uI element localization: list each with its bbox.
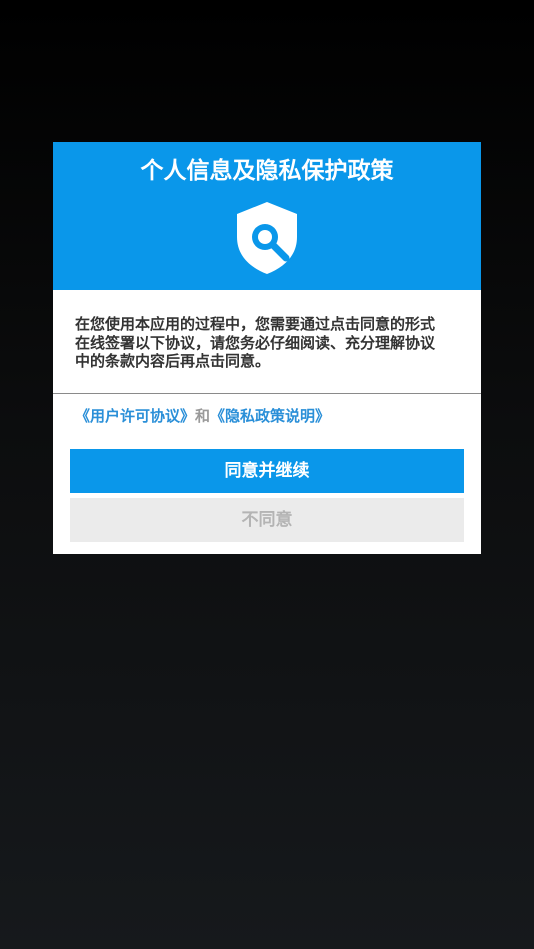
dialog-message-line: 中的条款内容后再点击同意。 — [75, 352, 271, 370]
dialog-message: 在您使用本应用的过程中，您需要通过点击同意的形式 在线签署以下协议，请您务必仔细… — [75, 315, 463, 371]
user-agreement-link[interactable]: 《用户许可协议》 — [75, 407, 195, 425]
dialog-header: 个人信息及隐私保护政策 — [53, 142, 481, 290]
decline-button[interactable]: 不同意 — [70, 498, 464, 542]
privacy-policy-link[interactable]: 《隐私政策说明》 — [210, 407, 330, 425]
privacy-dialog: 个人信息及隐私保护政策 在您使用本应用的过程中，您需要通过点击同意的形式 在线签… — [53, 142, 481, 554]
dialog-message-line: 在线签署以下协议，请您务必仔细阅读、充分理解协议 — [75, 333, 436, 352]
dialog-message-line: 在您使用本应用的过程中，您需要通过点击同意的形式 — [75, 315, 436, 333]
agreement-links: 《用户许可协议》和《隐私政策说明》 — [75, 406, 330, 426]
shield-search-icon — [236, 201, 298, 275]
agree-continue-button[interactable]: 同意并继续 — [70, 449, 464, 493]
dialog-title: 个人信息及隐私保护政策 — [140, 158, 394, 184]
divider — [53, 393, 481, 394]
links-joiner-text: 和 — [195, 407, 211, 425]
